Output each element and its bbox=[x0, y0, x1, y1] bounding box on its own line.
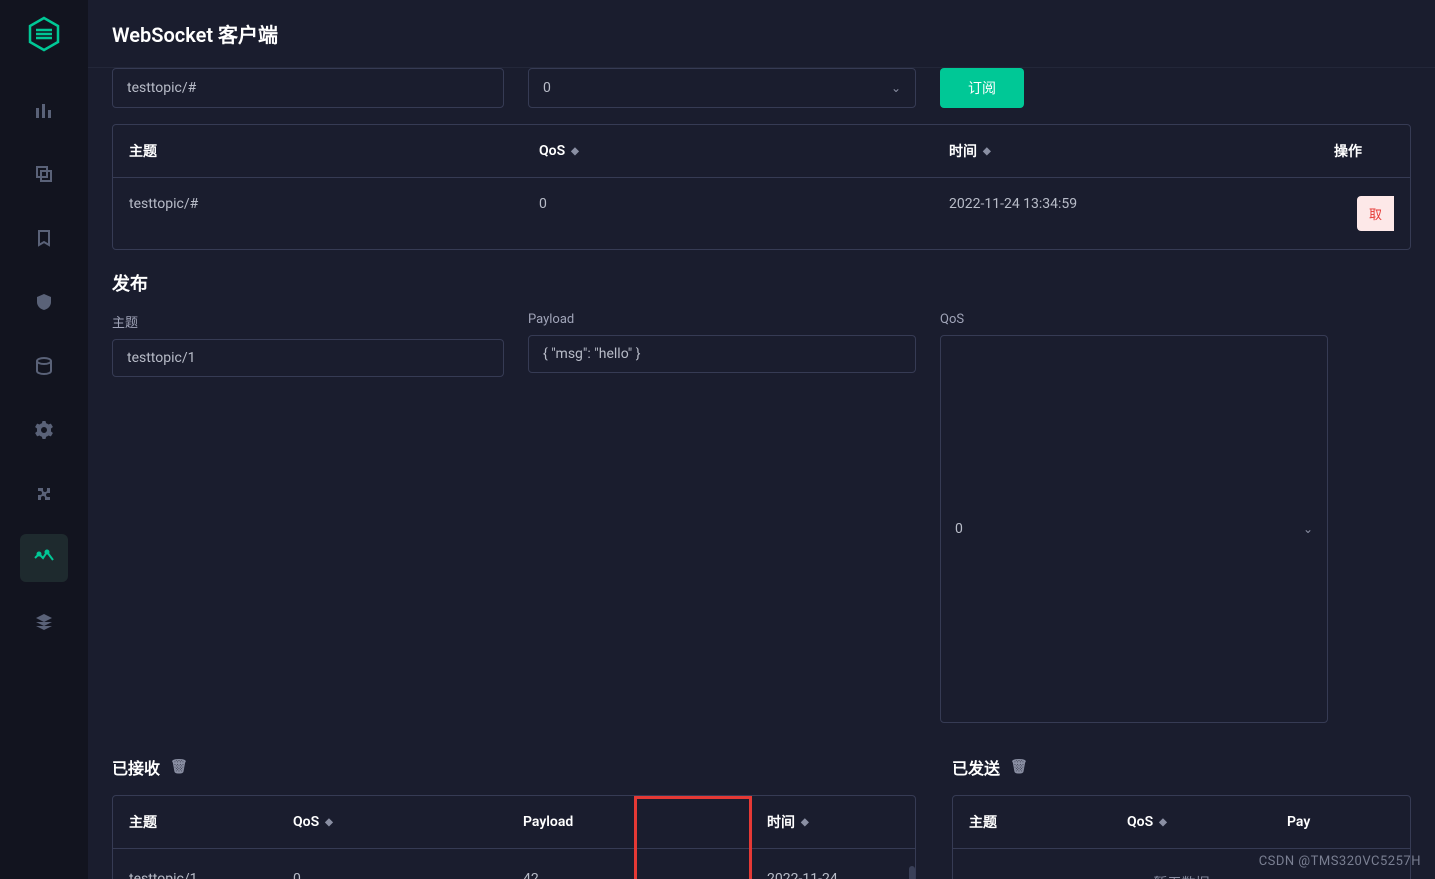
received-title: 已接收 🗑 bbox=[112, 755, 916, 779]
received-table: 主题 QoS◆ Payload 时间◆ testtopic/10422022-1… bbox=[112, 795, 916, 879]
sort-icon: ◆ bbox=[983, 146, 991, 157]
app-logo bbox=[20, 10, 68, 58]
subscribe-topic-input[interactable] bbox=[112, 68, 504, 108]
subscribe-qos-select[interactable]: 0 ⌄ bbox=[528, 68, 916, 108]
chevron-down-icon: ⌄ bbox=[1303, 522, 1313, 536]
nav-database-icon[interactable] bbox=[20, 342, 68, 390]
nav-bookmark-icon[interactable] bbox=[20, 214, 68, 262]
sort-icon: ◆ bbox=[801, 817, 809, 828]
table-row: testtopic/10422022-11-2413:35:01 bbox=[113, 849, 915, 879]
nav-copy-icon[interactable] bbox=[20, 150, 68, 198]
th-topic: 主题 bbox=[129, 141, 539, 161]
trash-icon[interactable]: 🗑 bbox=[170, 759, 188, 775]
publish-topic-input[interactable] bbox=[112, 339, 504, 377]
watermark: CSDN @TMS320VC5257H bbox=[1259, 854, 1421, 869]
publish-topic-label: 主题 bbox=[112, 312, 504, 331]
page-title: WebSocket 客户端 bbox=[112, 19, 278, 48]
publish-payload-label: Payload bbox=[528, 312, 916, 327]
table-row: testtopic/# 0 2022-11-24 13:34:59 取 bbox=[113, 178, 1410, 249]
th-op: 操作 bbox=[1334, 141, 1394, 161]
sent-title: 已发送 🗑 bbox=[952, 755, 1411, 779]
subscribe-button[interactable]: 订阅 bbox=[940, 68, 1024, 108]
publish-qos-label: QoS bbox=[940, 312, 1328, 327]
sort-icon: ◆ bbox=[325, 817, 333, 828]
th-time[interactable]: 时间◆ bbox=[949, 141, 1334, 161]
chevron-down-icon: ⌄ bbox=[891, 81, 901, 95]
nav-dashboard-icon[interactable] bbox=[20, 86, 68, 134]
nav-gear-icon[interactable] bbox=[20, 406, 68, 454]
sort-icon: ◆ bbox=[571, 146, 579, 157]
nav-monitor-icon[interactable] bbox=[20, 534, 68, 582]
scrollbar[interactable] bbox=[909, 866, 915, 879]
nav-puzzle-icon[interactable] bbox=[20, 470, 68, 518]
sort-icon: ◆ bbox=[1159, 817, 1167, 828]
nav-stack-icon[interactable] bbox=[20, 598, 68, 646]
publish-payload-input[interactable] bbox=[528, 335, 916, 373]
sidebar bbox=[0, 0, 88, 879]
subscriptions-table: 主题 QoS◆ 时间◆ 操作 testtopic/# 0 2022-11-24 … bbox=[112, 124, 1411, 250]
nav-shield-icon[interactable] bbox=[20, 278, 68, 326]
trash-icon[interactable]: 🗑 bbox=[1010, 759, 1028, 775]
unsubscribe-button[interactable]: 取 bbox=[1357, 196, 1394, 231]
page-header: WebSocket 客户端 bbox=[88, 0, 1435, 68]
publish-qos-select[interactable]: 0 ⌄ bbox=[940, 335, 1328, 723]
publish-section-title: 发布 bbox=[112, 270, 1411, 296]
th-qos[interactable]: QoS◆ bbox=[539, 141, 949, 161]
